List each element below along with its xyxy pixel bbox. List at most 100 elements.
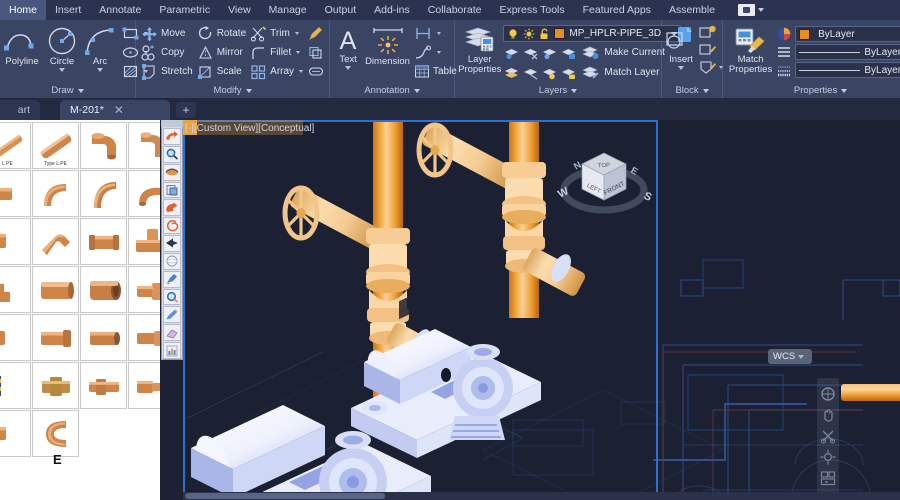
palette-item[interactable]	[32, 362, 79, 409]
leader-dropdown-icon[interactable]	[436, 51, 441, 54]
ribbon-tab-assemble[interactable]: Assemble	[660, 0, 724, 20]
layer-isolate-icon[interactable]	[503, 45, 520, 60]
sphere-icon[interactable]	[163, 252, 181, 270]
chevron-down-icon[interactable]	[571, 88, 578, 93]
fillet-button[interactable]: Fillet	[248, 43, 305, 62]
ribbon-tab-annotate[interactable]: Annotate	[90, 0, 150, 20]
orbit-icon[interactable]	[820, 449, 836, 465]
polyline-button[interactable]: Polyline	[3, 24, 41, 67]
panel-label-layers[interactable]: Layers	[458, 83, 658, 98]
palette-item[interactable]	[0, 362, 31, 409]
text-button[interactable]: A Text	[333, 24, 363, 70]
layer-lock-icon[interactable]	[560, 45, 577, 60]
layer-color-swatch[interactable]	[554, 28, 566, 39]
ribbon-tab-express-tools[interactable]: Express Tools	[490, 0, 573, 20]
ribbon-display-options[interactable]	[738, 0, 765, 20]
chart-icon[interactable]	[163, 342, 181, 359]
layer-properties-button[interactable]: Layer Properties	[458, 24, 501, 75]
modify-extra-explode-button[interactable]	[306, 62, 326, 81]
magnify-blue-icon[interactable]	[163, 288, 181, 306]
circle-dropdown-icon[interactable]	[59, 68, 65, 72]
table-button[interactable]: Table	[412, 62, 459, 81]
pen-icon[interactable]	[163, 306, 181, 324]
dimension-button[interactable]: Dimension	[365, 24, 410, 67]
ribbon-tab-featured-apps[interactable]: Featured Apps	[574, 0, 660, 20]
viewport-label[interactable]: [-][Custom View][Conceptual]	[185, 122, 314, 135]
chevron-down-icon[interactable]	[841, 88, 848, 93]
mirror-button[interactable]: Mirror	[195, 43, 248, 62]
panel-label-annotation[interactable]: Annotation	[333, 83, 451, 98]
panel-label-properties[interactable]: Properties ↘	[726, 83, 900, 98]
leader-button[interactable]	[412, 43, 459, 62]
linetype-combo[interactable]: ByLayer	[795, 44, 900, 60]
object-color-swatch[interactable]	[799, 28, 811, 40]
palette-item[interactable]	[128, 170, 160, 217]
toolbar-drag-handle[interactable]	[161, 120, 183, 127]
lineweight-combo[interactable]: ByLayer	[795, 62, 900, 78]
copy-button[interactable]: Copy	[139, 43, 195, 62]
panel-label-draw[interactable]: Draw	[3, 83, 132, 98]
palette-item[interactable]	[0, 266, 31, 313]
block-attribute-icon[interactable]	[699, 59, 717, 75]
ucs-selector[interactable]: WCS	[768, 349, 812, 364]
array-button[interactable]: Array	[248, 62, 305, 81]
zoom-window-icon[interactable]	[163, 145, 181, 163]
lightbulb-on-icon[interactable]	[507, 28, 519, 40]
arc-button[interactable]: Arc	[83, 24, 117, 72]
ribbon-tab-parametric[interactable]: Parametric	[150, 0, 219, 20]
modify-extra-pencil-button[interactable]	[306, 24, 326, 43]
ribbon-tab-insert[interactable]: Insert	[46, 0, 90, 20]
text-dropdown-icon[interactable]	[345, 66, 352, 70]
modify-extra-offset-button[interactable]	[306, 43, 326, 62]
palette-item[interactable]	[80, 122, 127, 169]
dimension-linear-button[interactable]	[412, 24, 459, 43]
layer-unisolate-icon[interactable]	[503, 65, 520, 80]
arc-dropdown-icon[interactable]	[97, 68, 103, 72]
navigation-bar[interactable]	[817, 378, 839, 500]
stretch-button[interactable]: Stretch	[139, 62, 195, 81]
paste-icon[interactable]	[163, 181, 181, 199]
dimension-dropdown-icon[interactable]	[436, 32, 441, 35]
scale-button[interactable]: Scale	[195, 62, 248, 81]
palette-item[interactable]: Type L PE	[32, 122, 79, 169]
object-color-combo[interactable]: ByLayer	[795, 26, 900, 42]
panel-label-modify[interactable]: Modify	[139, 83, 326, 98]
chevron-down-icon[interactable]	[798, 354, 805, 359]
layer-off-icon[interactable]	[541, 45, 558, 60]
chevron-down-icon[interactable]	[77, 88, 84, 93]
ribbon-tab-collaborate[interactable]: Collaborate	[419, 0, 491, 20]
palette-item[interactable]	[32, 218, 79, 265]
horizontal-scrollbar[interactable]	[183, 492, 900, 500]
move-button[interactable]: Move	[139, 24, 195, 43]
palette-item[interactable]	[128, 122, 160, 169]
chevron-down-icon[interactable]	[245, 88, 252, 93]
ribbon-tab-output[interactable]: Output	[316, 0, 366, 20]
palette-item[interactable]	[128, 362, 160, 409]
palette-item[interactable]	[80, 362, 127, 409]
drawing-viewport[interactable]: W S N E TOP LEFT FRONT [-][Custom View][…	[183, 120, 900, 500]
insert-block-button[interactable]: Insert	[665, 24, 697, 70]
palette-item[interactable]	[32, 314, 79, 361]
wipeout-icon[interactable]	[163, 235, 181, 252]
match-layer-button[interactable]: Match Layer	[579, 63, 661, 82]
palette-item[interactable]	[80, 266, 127, 313]
scrollbar-thumb[interactable]	[185, 493, 385, 499]
circle-button[interactable]: Circle	[43, 24, 81, 72]
trim-button[interactable]: Trim	[248, 24, 305, 43]
palette-item[interactable]	[32, 266, 79, 313]
floating-vertical-toolbar[interactable]	[161, 120, 183, 360]
insert-dropdown-icon[interactable]	[678, 66, 685, 70]
palette-item[interactable]	[0, 218, 31, 265]
ribbon-tab-manage[interactable]: Manage	[260, 0, 316, 20]
pan-realtime-icon[interactable]	[163, 163, 181, 181]
close-icon[interactable]: ✕	[114, 104, 124, 116]
palette-item[interactable]	[128, 218, 160, 265]
unlocked-icon[interactable]	[539, 28, 550, 40]
trim-dropdown-icon[interactable]	[294, 32, 299, 35]
sun-icon[interactable]	[523, 28, 535, 40]
panel-label-block[interactable]: Block	[665, 83, 719, 98]
full-navigation-wheel-icon[interactable]	[820, 386, 836, 402]
palette-item[interactable]	[80, 218, 127, 265]
fillet-dropdown-icon[interactable]	[296, 51, 301, 54]
redo-curve-icon[interactable]	[163, 199, 181, 217]
